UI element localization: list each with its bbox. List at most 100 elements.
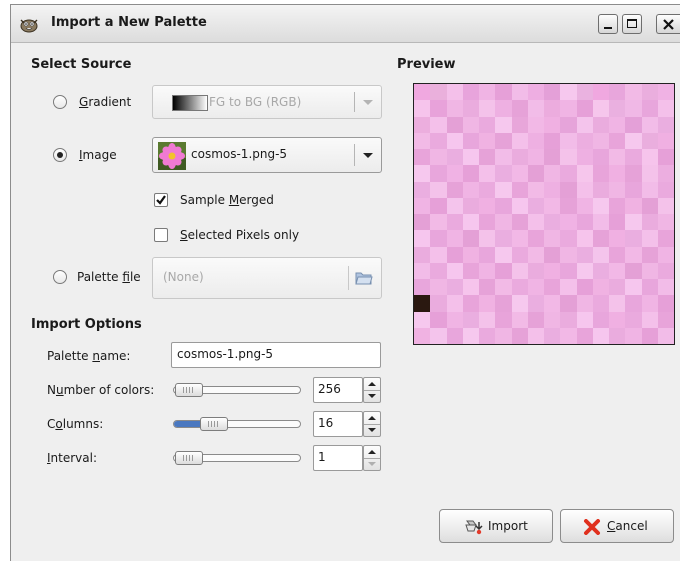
palette-file-value: (None) — [163, 270, 204, 284]
palette-swatch — [657, 197, 674, 214]
palette-swatch — [430, 100, 447, 117]
palette-swatch — [592, 311, 609, 328]
palette-swatch — [641, 84, 658, 101]
palette-swatch — [609, 246, 626, 263]
columns-stepper[interactable] — [363, 411, 381, 437]
palette-swatch — [527, 84, 544, 101]
minimize-button[interactable] — [598, 14, 618, 34]
palette-swatch — [462, 327, 479, 344]
palette-swatch — [430, 327, 447, 344]
open-folder-icon — [355, 272, 373, 285]
palette-swatch — [544, 279, 561, 296]
palette-swatch — [544, 311, 561, 328]
palette-swatch — [495, 327, 512, 344]
palette-swatch — [592, 149, 609, 166]
interval-stepper[interactable] — [363, 445, 381, 471]
palette-file-radio[interactable] — [53, 270, 67, 284]
palette-swatch — [527, 246, 544, 263]
palette-preview — [413, 83, 675, 345]
sample-merged-checkbox[interactable] — [154, 193, 168, 207]
columns-label: Columns: — [47, 417, 104, 431]
palette-file-chooser[interactable]: (None) — [152, 257, 382, 299]
num-colors-value[interactable]: 256 — [313, 377, 363, 403]
image-radio[interactable] — [53, 148, 67, 162]
palette-swatch — [592, 327, 609, 344]
palette-swatch — [592, 100, 609, 117]
palette-swatch — [527, 165, 544, 182]
palette-swatch — [527, 230, 544, 247]
palette-swatch — [430, 116, 447, 133]
palette-swatch — [479, 116, 496, 133]
title-bar[interactable]: Import a New Palette — [11, 5, 680, 43]
palette-swatch — [430, 132, 447, 149]
num-colors-spinner[interactable]: 256 — [313, 377, 383, 403]
palette-swatch — [511, 230, 528, 247]
palette-swatch — [625, 100, 642, 117]
palette-swatch — [625, 132, 642, 149]
palette-swatch — [479, 311, 496, 328]
sample-merged-label[interactable]: Sample Merged — [180, 193, 274, 207]
palette-swatch — [446, 279, 463, 296]
gradient-label[interactable]: Gradient — [79, 95, 131, 109]
selected-pixels-label[interactable]: Selected Pixels only — [180, 228, 299, 242]
palette-swatch — [430, 246, 447, 263]
palette-swatch — [560, 149, 577, 166]
columns-spinner[interactable]: 16 — [313, 411, 383, 437]
columns-value[interactable]: 16 — [313, 411, 363, 437]
interval-label: Interval: — [47, 451, 98, 465]
palette-swatch — [625, 262, 642, 279]
palette-swatch — [625, 295, 642, 312]
palette-swatch — [641, 262, 658, 279]
palette-swatch — [511, 279, 528, 296]
palette-swatch — [462, 246, 479, 263]
palette-swatch — [560, 197, 577, 214]
import-button[interactable]: Import — [439, 509, 553, 543]
palette-swatch — [511, 295, 528, 312]
palette-swatch — [511, 116, 528, 133]
palette-swatch — [511, 100, 528, 117]
interval-spinner[interactable]: 1 — [313, 445, 383, 471]
palette-swatch — [462, 100, 479, 117]
palette-name-field[interactable]: cosmos-1.png-5 — [171, 342, 381, 368]
num-colors-stepper[interactable] — [363, 377, 381, 403]
palette-swatch — [495, 262, 512, 279]
palette-swatch — [560, 327, 577, 344]
maximize-button[interactable] — [622, 14, 642, 34]
palette-file-label[interactable]: Palette file — [77, 270, 141, 284]
gradient-combo[interactable]: FG to BG (RGB) — [152, 85, 382, 119]
palette-swatch — [609, 327, 626, 344]
palette-swatch — [511, 149, 528, 166]
image-combo[interactable]: cosmos-1.png-5 — [152, 137, 382, 173]
palette-swatch — [625, 149, 642, 166]
palette-swatch — [479, 295, 496, 312]
palette-swatch — [609, 165, 626, 182]
palette-swatch — [657, 116, 674, 133]
palette-swatch — [609, 149, 626, 166]
selected-pixels-checkbox[interactable] — [154, 228, 168, 242]
image-label[interactable]: Image — [79, 148, 117, 162]
interval-value[interactable]: 1 — [313, 445, 363, 471]
columns-slider-handle[interactable] — [200, 417, 228, 431]
cancel-button[interactable]: Cancel — [560, 509, 674, 543]
palette-swatch — [479, 84, 496, 101]
palette-swatch — [657, 149, 674, 166]
close-window-button[interactable] — [656, 14, 680, 34]
palette-swatch — [657, 181, 674, 198]
palette-swatch — [430, 311, 447, 328]
import-icon — [465, 520, 483, 535]
palette-swatch — [560, 214, 577, 231]
palette-swatch — [446, 84, 463, 101]
palette-swatch — [511, 165, 528, 182]
palette-swatch — [479, 327, 496, 344]
palette-swatch — [462, 84, 479, 101]
select-source-heading: Select Source — [31, 57, 132, 72]
gradient-radio[interactable] — [53, 95, 67, 109]
palette-swatch — [641, 165, 658, 182]
palette-swatch — [592, 165, 609, 182]
num-colors-slider-handle[interactable] — [175, 383, 203, 397]
palette-swatch — [592, 246, 609, 263]
palette-swatch — [414, 84, 431, 101]
interval-slider-handle[interactable] — [175, 451, 203, 465]
palette-swatch — [495, 165, 512, 182]
palette-swatch — [576, 132, 593, 149]
